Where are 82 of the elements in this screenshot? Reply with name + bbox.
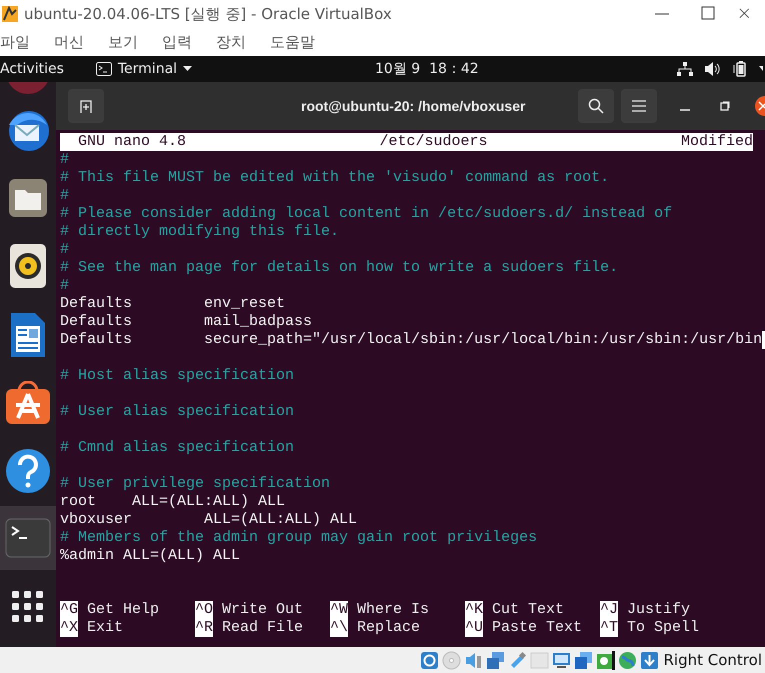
shortcut-label: Cut Text bbox=[492, 601, 564, 619]
terminal-title: root@ubuntu-20: /home/vboxuser bbox=[301, 98, 526, 114]
shortcut-label: Where Is bbox=[357, 601, 430, 619]
maximize-icon bbox=[720, 101, 730, 111]
code-line: Defaults secure_path="/usr/local/sbin:/usr/local/bin:/usr/sbin:/usr/bin bbox=[60, 331, 762, 349]
close-icon bbox=[755, 96, 765, 116]
comment-line: # bbox=[60, 187, 70, 205]
menu-item[interactable]: 머신 bbox=[54, 32, 84, 52]
comment-line: # This file MUST be edited with the 'visudo' command as root. bbox=[60, 169, 610, 187]
activities-button[interactable]: Activities bbox=[0, 61, 64, 77]
close-button[interactable] bbox=[755, 96, 765, 116]
editor-version: GNU nano 4.8 bbox=[78, 133, 186, 151]
menu-item[interactable]: 장치 bbox=[216, 32, 246, 52]
windows-icon[interactable] bbox=[574, 650, 592, 670]
shortcut-label: Read File bbox=[222, 619, 304, 637]
terminal-icon[interactable] bbox=[5, 518, 51, 558]
shortcut-key: ^R bbox=[195, 619, 214, 637]
comment-line: # Host alias specification bbox=[60, 367, 294, 385]
menu-item[interactable]: 도움말 bbox=[270, 32, 315, 52]
terminal-icon bbox=[96, 62, 112, 76]
shortcut-label: Replace bbox=[357, 619, 420, 637]
code-line: Defaults env_reset bbox=[60, 295, 286, 313]
code-line: root ALL=(ALL:ALL) ALL bbox=[60, 493, 286, 511]
app-menu[interactable]: Terminal bbox=[96, 61, 192, 77]
download-icon[interactable] bbox=[640, 650, 658, 670]
new-tab-button[interactable] bbox=[68, 89, 104, 123]
code-line: %admin ALL=(ALL) ALL bbox=[60, 547, 240, 565]
menu-item[interactable]: 보기 bbox=[108, 32, 138, 52]
shortcut-label: Get Help bbox=[87, 601, 160, 619]
shortcut-key: ^K bbox=[465, 601, 484, 619]
comment-line: # bbox=[60, 277, 70, 295]
volume-icon[interactable] bbox=[705, 62, 721, 76]
display-icon[interactable] bbox=[552, 650, 570, 670]
help-icon[interactable] bbox=[5, 448, 51, 494]
window-title: ubuntu-20.04.06-LTS [실행 중] - Oracle VirtualBox bbox=[24, 4, 393, 24]
code-line: Defaults mail_badpass bbox=[60, 313, 312, 331]
shortcut-key: ^J bbox=[600, 601, 618, 619]
comment-line: # bbox=[60, 151, 70, 169]
comment-line: # Please consider adding local content in /etc/sudoers.d/ instead of bbox=[60, 205, 672, 223]
menu-item[interactable]: 입력 bbox=[162, 32, 192, 52]
menu-item[interactable]: 파일 bbox=[0, 32, 30, 52]
shortcut-key: ^G bbox=[60, 601, 78, 619]
menu-icon bbox=[632, 100, 646, 112]
search-button[interactable] bbox=[578, 89, 614, 123]
code-line: vboxuser ALL=(ALL:ALL) ALL bbox=[60, 511, 358, 529]
caret-icon[interactable] bbox=[759, 66, 763, 72]
audio-icon[interactable] bbox=[464, 650, 482, 670]
shortcut-key: ^O bbox=[195, 601, 214, 619]
shortcut-key: ^\ bbox=[330, 619, 348, 637]
minimize-icon bbox=[680, 109, 690, 111]
search-icon bbox=[588, 98, 604, 114]
shortcut-label: Exit bbox=[87, 619, 124, 637]
file-name: /etc/sudoers bbox=[379, 133, 488, 151]
caret-icon bbox=[183, 66, 192, 72]
document-icon[interactable] bbox=[10, 312, 46, 358]
comment-line: # User alias specification bbox=[60, 403, 294, 421]
modified-status: Modified bbox=[680, 133, 753, 151]
menu-button[interactable] bbox=[621, 89, 657, 123]
shopping-bag-icon[interactable] bbox=[5, 381, 51, 425]
comment-line: # bbox=[60, 241, 70, 259]
speaker-icon[interactable] bbox=[9, 243, 47, 289]
comment-line: # directly modifying this file. bbox=[60, 223, 340, 241]
shortcut-key: ^U bbox=[465, 619, 484, 637]
comment-line: # Members of the admin group may gain root privileges bbox=[60, 529, 538, 547]
shortcut-key: ^X bbox=[60, 619, 78, 637]
shortcut-label: Paste Text bbox=[492, 619, 582, 637]
host-key-label: Right Control bbox=[664, 651, 762, 669]
battery-icon[interactable] bbox=[733, 61, 747, 77]
comment-line: # Cmnd alias specification bbox=[60, 439, 294, 457]
comment-line: # User privilege specification bbox=[60, 475, 330, 493]
shortcut-key: ^W bbox=[330, 601, 348, 619]
shortcut-label: Justify bbox=[627, 601, 690, 619]
shortcut-label: To Spell bbox=[627, 619, 700, 637]
apps-grid-icon[interactable] bbox=[12, 591, 44, 623]
globe-icon[interactable] bbox=[618, 650, 636, 670]
shortcut-label: Write Out bbox=[222, 601, 304, 619]
clock[interactable]: 10월 9 18：42 bbox=[375, 60, 479, 78]
app-logo-icon bbox=[2, 6, 18, 22]
new-tab-icon bbox=[78, 98, 94, 114]
folder-icon[interactable] bbox=[8, 178, 48, 218]
comment-line: # See the man page for details on how to write a sudoers file. bbox=[60, 259, 618, 277]
shortcut-key: ^T bbox=[600, 619, 618, 637]
